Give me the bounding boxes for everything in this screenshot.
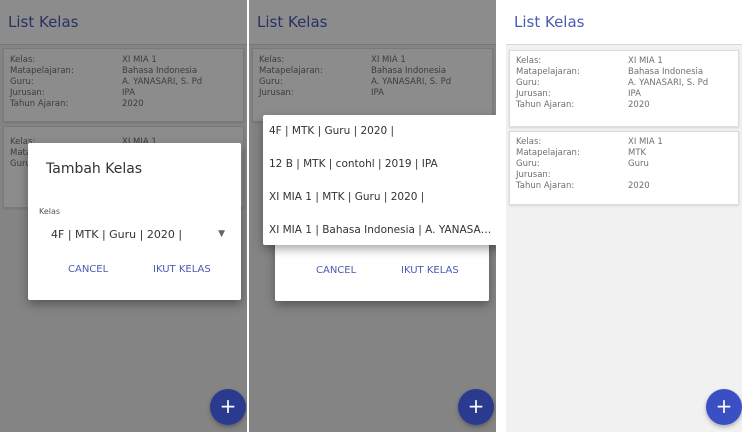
class-card[interactable]: Kelas: XI MIA 1 Matapelajaran: Bahasa Indo… [509, 50, 739, 127]
card-row-jurusan: Jurusan: IPA [516, 89, 641, 99]
card-row-jurusan: Jurusan: [516, 170, 551, 180]
card-row-kelas: Kelas: XI MIA 1 [516, 56, 663, 66]
add-class-fab[interactable]: + [458, 389, 494, 425]
cancel-button[interactable]: CANCEL [68, 264, 108, 275]
class-dropdown-menu: 4F | MTK | Guru | 2020 | 12 B | MTK | co… [263, 115, 496, 245]
add-class-dialog: Tambah Kelas Kelas 4F | MTK | Guru | 202… [28, 143, 241, 300]
class-field-label: Kelas [39, 207, 61, 216]
dropdown-option[interactable]: 4F | MTK | Guru | 2020 | [269, 125, 496, 137]
dropdown-arrow-icon[interactable]: ▼ [218, 229, 225, 239]
app-bar: List Kelas [506, 0, 742, 45]
page-title: List Kelas [514, 13, 585, 31]
add-class-fab[interactable]: + [210, 389, 246, 425]
class-card[interactable]: Kelas:XI MIA 1 Matapelajaran:MTK Guru:Gu… [509, 131, 739, 205]
card-row-tahun: Tahun Ajaran: 2020 [516, 181, 650, 191]
plus-icon: + [467, 394, 485, 418]
screen-3: List Kelas Kelas: XI MIA 1 Matapelajaran:… [506, 0, 742, 432]
card-row-kelas: Kelas: XI MIA 1 [516, 137, 663, 147]
cancel-button[interactable]: CANCEL [316, 265, 356, 276]
add-class-fab[interactable]: + [706, 389, 742, 425]
card-row-mapel: Matapelajaran: Bahasa Indonesia [516, 67, 704, 77]
join-class-button[interactable]: IKUT KELAS [401, 265, 459, 276]
screen-1: List Kelas Kelas: XI MIA 1 Matapelajaran:… [0, 0, 247, 432]
class-select[interactable]: 4F | MTK | Guru | 2020 | [51, 228, 182, 241]
card-row-guru: Guru:Guru [516, 159, 649, 169]
card-row-tahun: Tahun Ajaran: 2020 [516, 100, 650, 110]
card-row-mapel: Matapelajaran:MTK [516, 148, 647, 158]
plus-icon: + [219, 394, 237, 418]
card-row-guru: Guru: A. YANASARI, S. Pd [516, 78, 709, 88]
dropdown-option[interactable]: XI MIA 1 | Bahasa Indonesia | A. YANASAR… [269, 224, 496, 236]
dialog-title: Tambah Kelas [46, 161, 143, 177]
plus-icon: + [715, 394, 733, 418]
dropdown-option[interactable]: 12 B | MTK | contohl | 2019 | IPA [269, 158, 496, 170]
screen-2: List Kelas Kelas: XI MIA 1 Matapelajaran:… [249, 0, 496, 432]
join-class-button[interactable]: IKUT KELAS [153, 264, 211, 275]
dropdown-option[interactable]: XI MIA 1 | MTK | Guru | 2020 | [269, 191, 496, 203]
